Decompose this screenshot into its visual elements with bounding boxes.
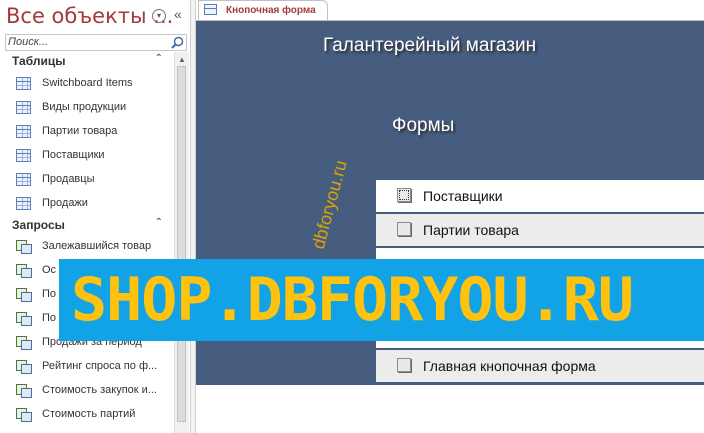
switchboard-button[interactable] — [397, 222, 411, 236]
group-title: Таблицы — [12, 54, 66, 68]
table-icon — [16, 149, 31, 162]
scroll-up-arrow-icon[interactable]: ▲ — [178, 55, 186, 64]
scroll-thumb[interactable] — [177, 66, 186, 422]
query-icon — [16, 384, 32, 398]
nav-item-suppliers[interactable]: Поставщики — [0, 145, 173, 167]
nav-item-query[interactable]: Рейтинг спроса по ф... — [0, 356, 173, 378]
table-icon — [16, 197, 31, 210]
nav-item-sellers[interactable]: Продавцы — [0, 169, 173, 191]
nav-object-list: Таблицы ⌃ Switchboard Items Виды продукц… — [0, 52, 173, 433]
query-icon — [16, 312, 32, 326]
group-header-tables[interactable]: Таблицы ⌃ — [0, 52, 173, 72]
switchboard-item-label[interactable]: Партии товара — [423, 222, 519, 238]
table-icon — [16, 101, 31, 114]
nav-item-label: Продажи — [42, 197, 88, 209]
tab-label: Кнопочная форма — [226, 5, 316, 16]
navigation-pane: Все объекты ... ▾ « Таблицы ⌃ Switchboar… — [0, 0, 190, 433]
nav-title[interactable]: Все объекты ... — [6, 4, 173, 28]
search-box — [5, 34, 187, 51]
nav-item-sales[interactable]: Продажи — [0, 193, 173, 215]
query-icon — [16, 264, 32, 278]
search-input[interactable] — [8, 35, 158, 49]
nav-item-label: Switchboard Items — [42, 77, 133, 89]
switchboard-button[interactable] — [397, 358, 411, 372]
search-icon[interactable] — [171, 36, 184, 49]
form-title: Галантерейный магазин — [323, 35, 537, 56]
switchboard-item-label[interactable]: Поставщики — [423, 188, 503, 204]
form-subtitle: Формы — [392, 115, 455, 136]
nav-item-query[interactable]: Залежавшийся товар — [0, 236, 173, 258]
nav-item-switchboard-items[interactable]: Switchboard Items — [0, 73, 173, 95]
circle-chevron-down-icon[interactable]: ▾ — [152, 9, 166, 23]
nav-item-label: Поставщики — [42, 149, 105, 161]
nav-item-label: Продавцы — [42, 173, 95, 185]
table-icon — [16, 77, 31, 90]
nav-item-label: Рейтинг спроса по ф... — [42, 360, 158, 372]
switchboard-item-suppliers[interactable]: Поставщики — [376, 180, 704, 212]
form-empty-area — [196, 385, 704, 433]
watermark-banner-text: SHOP.DBFORYOU.RU — [71, 265, 634, 335]
switchboard-item-main-form[interactable]: Главная кнопочная форма — [376, 350, 704, 382]
nav-item-label: Стоимость партий — [42, 408, 136, 420]
chevron-up-icon[interactable]: ⌃ — [155, 53, 163, 64]
query-icon — [16, 336, 32, 350]
group-header-queries[interactable]: Запросы ⌃ — [0, 216, 173, 236]
switchboard-item-label[interactable]: Главная кнопочная форма — [423, 358, 596, 374]
watermark-banner: SHOP.DBFORYOU.RU — [59, 259, 704, 341]
table-icon — [16, 125, 31, 138]
query-icon — [16, 240, 32, 254]
tab-switchboard-form[interactable]: Кнопочная форма — [198, 0, 328, 20]
switchboard-button[interactable] — [397, 188, 411, 202]
double-chevron-left-icon[interactable]: « — [174, 6, 182, 22]
form-icon — [204, 4, 217, 15]
nav-item-label: Партии товара — [42, 125, 118, 137]
document-area: Кнопочная форма Галантерейный магазин Фо… — [196, 0, 704, 433]
nav-header: Все объекты ... ▾ « — [0, 0, 190, 32]
table-icon — [16, 173, 31, 186]
document-tab-strip: Кнопочная форма — [196, 0, 704, 21]
query-icon — [16, 360, 32, 374]
nav-scrollbar[interactable]: ▲ — [174, 52, 189, 433]
nav-item-product-types[interactable]: Виды продукции — [0, 97, 173, 119]
nav-item-label: Виды продукции — [42, 101, 127, 113]
query-icon — [16, 288, 32, 302]
nav-item-label: Стоимость закупок и... — [42, 384, 157, 396]
nav-item-query[interactable]: Стоимость партий — [0, 404, 173, 426]
chevron-up-icon[interactable]: ⌃ — [155, 217, 163, 228]
query-icon — [16, 408, 32, 422]
nav-item-batches[interactable]: Партии товара — [0, 121, 173, 143]
group-title: Запросы — [12, 218, 65, 232]
nav-item-label: Залежавшийся товар — [42, 240, 152, 252]
switchboard-item-batches[interactable]: Партии товара — [376, 214, 704, 246]
nav-item-query[interactable]: Стоимость закупок и... — [0, 380, 173, 402]
